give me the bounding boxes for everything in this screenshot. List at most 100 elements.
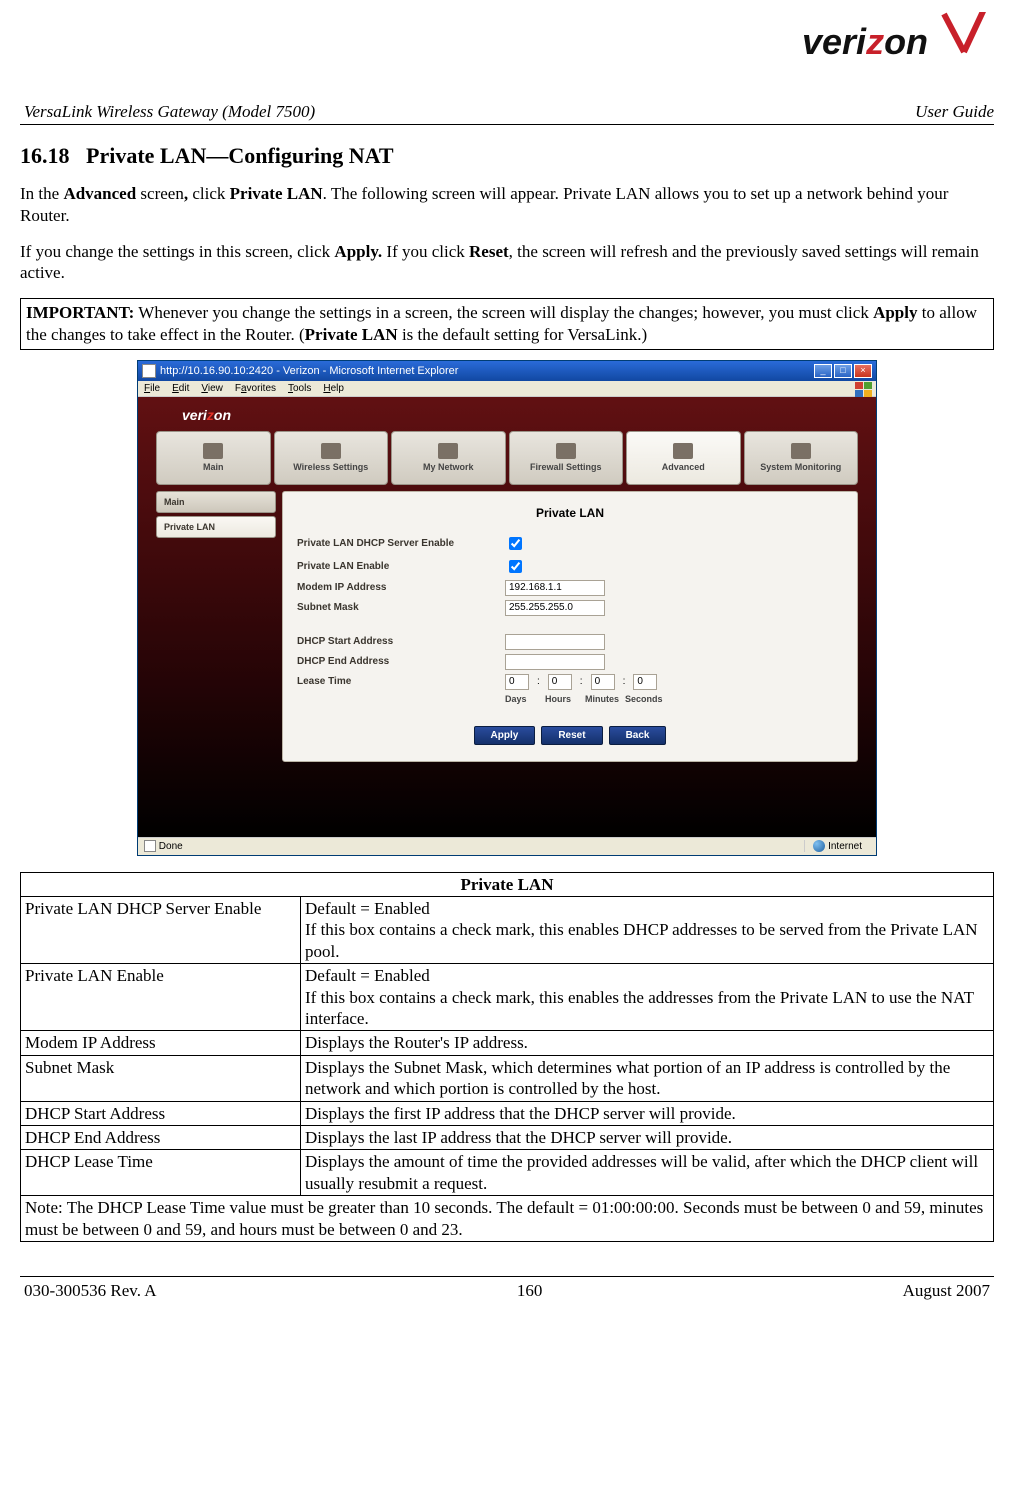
table-cell-name: Modem IP Address [21,1031,301,1055]
input-lease-hours[interactable] [548,674,572,690]
doc-product: VersaLink Wireless Gateway (Model 7500) [24,102,315,122]
tab-firewall-settings[interactable]: Firewall Settings [509,431,624,485]
label-lease-time: Lease Time [297,676,497,687]
settings-panel: Private LAN Private LAN DHCP Server Enab… [282,491,858,762]
table-cell-desc: Displays the Router's IP address. [301,1031,994,1055]
svg-text:verizon: verizon [802,21,928,62]
lease-label: Hours [545,694,575,704]
table-cell-name: Private LAN Enable [21,964,301,1031]
table-cell-name: Private LAN DHCP Server Enable [21,896,301,963]
apply-button[interactable]: Apply [474,726,536,745]
description-table: Private LAN Private LAN DHCP Server Enab… [20,872,994,1243]
table-cell-desc: Displays the first IP address that the D… [301,1101,994,1125]
ie-favicon-icon [142,364,156,378]
minimize-button[interactable]: _ [814,364,832,378]
status-text: Done [159,841,183,852]
tab-icon [321,443,341,459]
table-cell-name: DHCP Lease Time [21,1150,301,1196]
lease-label: Seconds [625,694,655,704]
footer-right: August 2007 [903,1281,990,1301]
tab-label: Firewall Settings [530,462,602,472]
footer-left: 030-300536 Rev. A [24,1281,157,1301]
input-lease-minutes[interactable] [591,674,615,690]
tab-label: Main [203,462,224,472]
tab-label: Wireless Settings [293,462,368,472]
table-note: Note: The DHCP Lease Time value must be … [21,1196,994,1242]
footer-page-number: 160 [157,1281,903,1301]
label-dhcp-end: DHCP End Address [297,656,497,667]
panel-title: Private LAN [297,506,843,520]
reset-button[interactable]: Reset [541,726,602,745]
router-page: verizon Main Wireless Settings My Network F… [138,397,876,837]
input-modem-ip[interactable] [505,580,605,596]
action-buttons: Apply Reset Back [297,726,843,745]
tab-label: Advanced [662,462,705,472]
top-tabs: Main Wireless Settings My Network Firewall … [138,431,876,485]
window-title: http://10.16.90.10:2420 - Verizon - Micr… [160,365,458,377]
input-lease-seconds[interactable] [633,674,657,690]
internet-zone-icon [813,840,825,852]
tab-icon [673,443,693,459]
table-cell-name: DHCP Start Address [21,1101,301,1125]
lease-unit-labels: Days Hours Minutes Seconds [505,694,843,704]
paragraph-1: In the Advanced screen, click Private LA… [20,183,994,227]
input-dhcp-end[interactable] [505,654,605,670]
table-cell-name: DHCP End Address [21,1125,301,1149]
table-cell-desc: Default = EnabledIf this box contains a … [301,964,994,1031]
table-cell-desc: Displays the amount of time the provided… [301,1150,994,1196]
paragraph-2: If you change the settings in this scree… [20,241,994,285]
table-cell-name: Subnet Mask [21,1055,301,1101]
maximize-button[interactable]: □ [834,364,852,378]
side-tabs: Main Private LAN [156,491,276,762]
sidebar-item-main[interactable]: Main [156,491,276,513]
tab-icon [791,443,811,459]
input-lease-days[interactable] [505,674,529,690]
menu-tools[interactable]: Tools [288,383,311,394]
label-dhcp-server-enable: Private LAN DHCP Server Enable [297,538,497,549]
tab-icon [556,443,576,459]
label-dhcp-start: DHCP Start Address [297,636,497,647]
label-subnet-mask: Subnet Mask [297,602,497,613]
tab-advanced[interactable]: Advanced [626,431,741,485]
tab-label: System Monitoring [760,462,841,472]
important-note: IMPORTANT: Whenever you change the setti… [20,298,994,350]
footer-divider [20,1276,994,1277]
menu-file[interactable]: File [144,383,160,394]
statusbar: Done Internet [138,837,876,855]
windows-logo-icon [855,382,873,398]
lease-label: Minutes [585,694,615,704]
menubar: File Edit View Favorites Tools Help [138,381,876,397]
table-cell-desc: Displays the Subnet Mask, which determin… [301,1055,994,1101]
tab-wireless-settings[interactable]: Wireless Settings [274,431,389,485]
back-button[interactable]: Back [609,726,667,745]
label-modem-ip: Modem IP Address [297,582,497,593]
menu-favorites[interactable]: Favorites [235,383,276,394]
close-button[interactable]: × [854,364,872,378]
tab-my-network[interactable]: My Network [391,431,506,485]
input-subnet-mask[interactable] [505,600,605,616]
tab-label: My Network [423,462,474,472]
input-dhcp-start[interactable] [505,634,605,650]
doc-guide: User Guide [915,102,994,122]
router-brand-logo: verizon [138,397,876,431]
page-icon [144,840,156,852]
checkbox-dhcp-server-enable[interactable] [509,537,522,550]
tab-icon [438,443,458,459]
ie-window: http://10.16.90.10:2420 - Verizon - Micr… [137,360,877,856]
tab-main[interactable]: Main [156,431,271,485]
verizon-logo: verizon [792,12,992,67]
status-zone: Internet [828,841,862,852]
menu-edit[interactable]: Edit [172,383,189,394]
tab-system-monitoring[interactable]: System Monitoring [744,431,859,485]
sidebar-item-private-lan[interactable]: Private LAN [156,516,276,538]
lease-label: Days [505,694,535,704]
tab-icon [203,443,223,459]
window-titlebar: http://10.16.90.10:2420 - Verizon - Micr… [138,361,876,381]
table-cell-desc: Displays the last IP address that the DH… [301,1125,994,1149]
menu-help[interactable]: Help [323,383,344,394]
checkbox-private-lan-enable[interactable] [509,560,522,573]
header-divider [20,124,994,125]
menu-view[interactable]: View [201,383,223,394]
table-cell-desc: Default = EnabledIf this box contains a … [301,896,994,963]
table-header: Private LAN [21,872,994,896]
